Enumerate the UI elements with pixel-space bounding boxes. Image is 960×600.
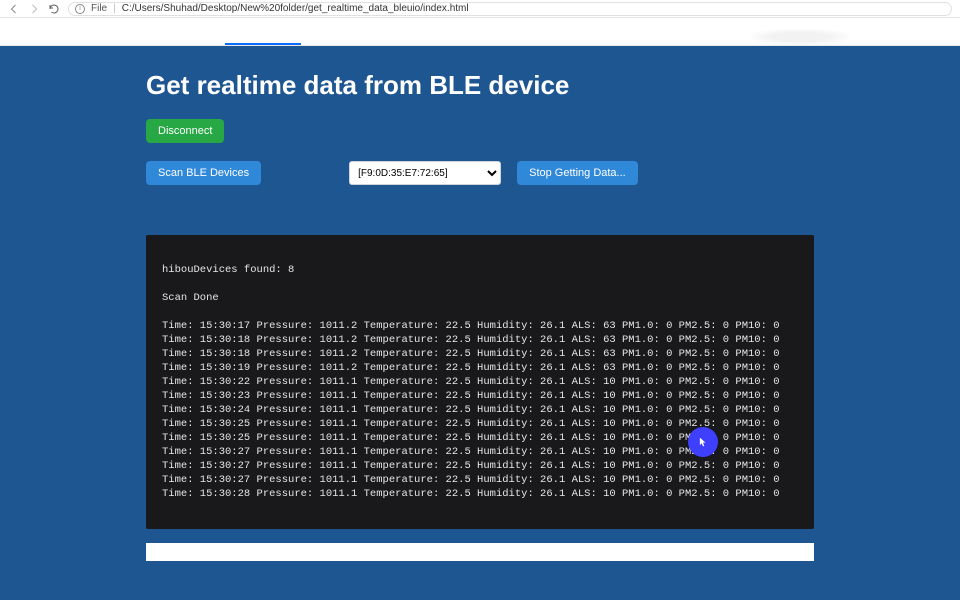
- terminal-line: Time: 15:30:27 Pressure: 1011.1 Temperat…: [162, 473, 798, 487]
- url-text: C:/Users/Shuhad/Desktop/New%20folder/get…: [122, 3, 469, 14]
- address-bar[interactable]: i File | C:/Users/Shuhad/Desktop/New%20f…: [68, 2, 952, 16]
- terminal-line: [162, 305, 798, 319]
- terminal-line: Time: 15:30:18 Pressure: 1011.2 Temperat…: [162, 347, 798, 361]
- tab-strip: [0, 18, 960, 46]
- back-icon[interactable]: [8, 3, 20, 15]
- terminal-output: hibouDevices found: 8 Scan Done Time: 15:3…: [146, 235, 814, 529]
- footer-bar: [146, 543, 814, 561]
- page-viewport: Get realtime data from BLE device Discon…: [0, 46, 960, 600]
- terminal-line: Time: 15:30:18 Pressure: 1011.2 Temperat…: [162, 333, 798, 347]
- active-tab-indicator: [225, 43, 301, 45]
- terminal-line: Time: 15:30:17 Pressure: 1011.2 Temperat…: [162, 319, 798, 333]
- terminal-line: Time: 15:30:24 Pressure: 1011.1 Temperat…: [162, 403, 798, 417]
- url-separator: |: [113, 3, 116, 14]
- forward-icon[interactable]: [28, 3, 40, 15]
- scan-ble-button[interactable]: Scan BLE Devices: [146, 161, 261, 185]
- stop-getting-data-button[interactable]: Stop Getting Data...: [517, 161, 638, 185]
- terminal-line: Time: 15:30:19 Pressure: 1011.2 Temperat…: [162, 361, 798, 375]
- page-title: Get realtime data from BLE device: [146, 70, 814, 101]
- url-scheme: File: [91, 3, 107, 14]
- terminal-line: hibouDevices found: 8: [162, 263, 798, 277]
- cursor-highlight-icon: [688, 427, 718, 457]
- info-icon: i: [75, 4, 85, 14]
- reload-icon[interactable]: [48, 3, 60, 15]
- terminal-line: Time: 15:30:23 Pressure: 1011.1 Temperat…: [162, 389, 798, 403]
- device-select[interactable]: [F9:0D:35:E7:72:65]: [349, 161, 501, 185]
- hero-panel: Get realtime data from BLE device Discon…: [0, 46, 960, 600]
- disconnect-button[interactable]: Disconnect: [146, 119, 224, 143]
- terminal-line: Scan Done: [162, 291, 798, 305]
- browser-toolbar: i File | C:/Users/Shuhad/Desktop/New%20f…: [0, 0, 960, 18]
- terminal-line: Time: 15:30:22 Pressure: 1011.1 Temperat…: [162, 375, 798, 389]
- blurred-region: [750, 29, 850, 45]
- terminal-line: Time: 15:30:28 Pressure: 1011.1 Temperat…: [162, 487, 798, 501]
- terminal-line: Time: 15:30:27 Pressure: 1011.1 Temperat…: [162, 459, 798, 473]
- controls-row: Scan BLE Devices [F9:0D:35:E7:72:65] Sto…: [146, 161, 814, 185]
- terminal-line: [162, 277, 798, 291]
